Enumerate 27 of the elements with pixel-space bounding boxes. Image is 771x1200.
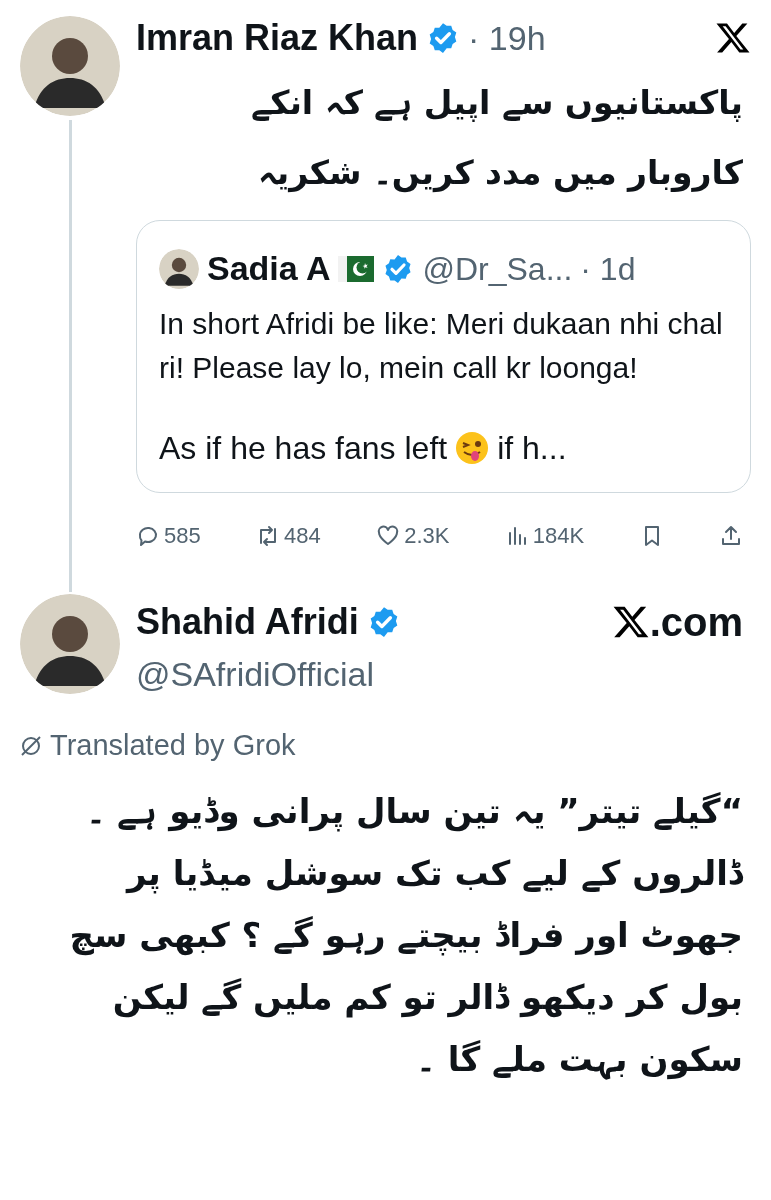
stat-count[interactable]: 184K: [532, 519, 585, 552]
author-name[interactable]: Shahid Afridi: [136, 600, 359, 644]
quote-author: Sadia A: [207, 248, 331, 289]
stat-count[interactable]: 484: [284, 519, 321, 552]
quote-text: As if he has fans left: [159, 429, 448, 468]
pakistan-flag-icon: [338, 255, 375, 282]
quote-text: In short Afridi be like: Meri dukaan nhi chal ri! Please lay lo, mein call kr loonga!: [159, 306, 724, 386]
stat-count[interactable]: 585: [164, 519, 201, 552]
avatar[interactable]: [159, 248, 199, 289]
heart-icon: [376, 523, 401, 548]
site-domain: .com: [649, 599, 743, 646]
quote-card[interactable]: Sadia A @Dr_Sa... · 1d In short Afridi be like: Meri dukaan nhi chal ri! Please lay lo, mein call kr loonga! As if he has fans left if h...: [136, 220, 751, 493]
translation-label: Translated by Grok: [50, 728, 296, 763]
reply-text: “گیلے تیتر” یہ تین سال پرانی وڈیو ہے ۔ ڈالروں کے لیے کب تک سوشل میڈیا پر جھوٹ اور فراڈ بیچتے رہو گے ؟ کبھی سچ بول کر دیکھو ڈالر تو کم ملیں گے لیکن سکون بہت ملے گا ۔: [68, 789, 744, 1082]
quote-text: if h...: [497, 429, 567, 468]
translate-icon: [20, 734, 42, 757]
avatar[interactable]: [20, 594, 120, 694]
post-time: · 19h: [468, 18, 546, 59]
author-handle: @SAfridiOfficial: [136, 654, 375, 695]
stat-count[interactable]: 2.3K: [404, 519, 450, 552]
post-text: پاکستانیوں سے اپیل ہے کہ انکے کاروبار میں مدد کریں۔ شکریہ: [250, 82, 744, 195]
quote-handle: @Dr_Sa...: [422, 249, 573, 289]
author-name[interactable]: Imran Riaz Khan: [136, 16, 419, 60]
avatar[interactable]: [20, 16, 120, 116]
quote-time: · 1d: [580, 249, 636, 289]
x-logo-icon: [715, 20, 751, 56]
winking-tongue-emoji-icon: [455, 431, 490, 465]
